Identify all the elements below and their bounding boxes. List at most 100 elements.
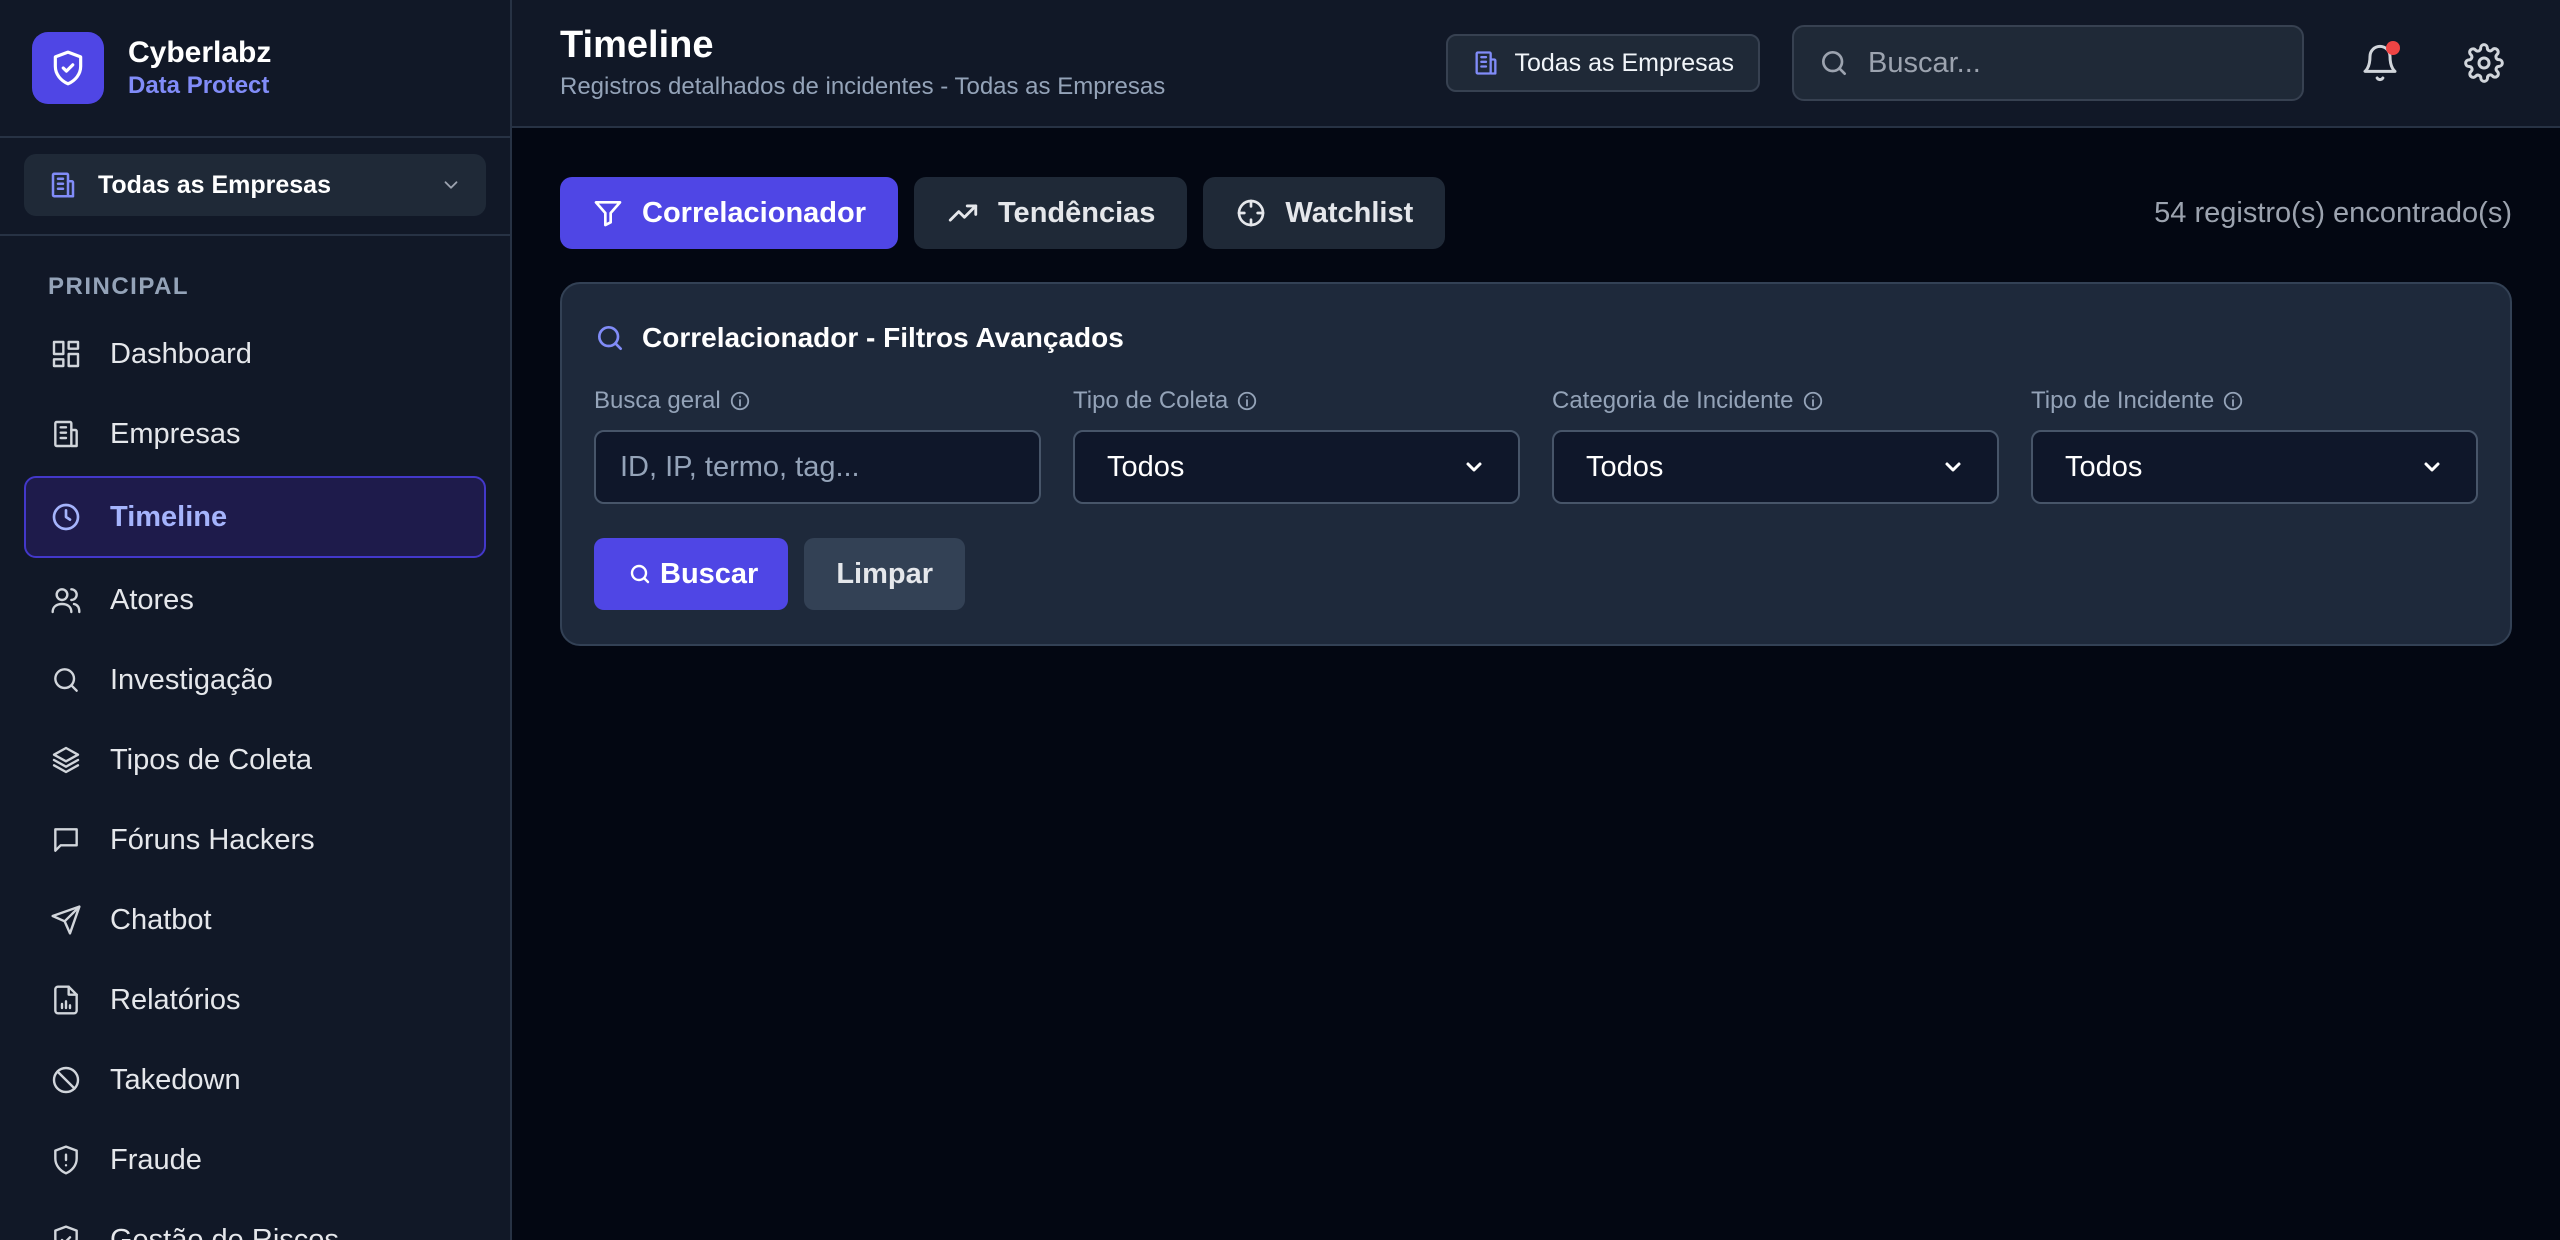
layers-icon bbox=[52, 746, 80, 774]
sidebar-item-fraude[interactable]: Fraude bbox=[24, 1120, 486, 1200]
tipo-incidente-select[interactable]: Todos bbox=[2031, 430, 2478, 504]
tab-label: Correlacionador bbox=[642, 196, 866, 229]
sidebar-item-label: Fóruns Hackers bbox=[110, 823, 315, 856]
info-icon[interactable] bbox=[1802, 390, 1824, 412]
brand-subtitle: Data Protect bbox=[128, 72, 270, 99]
top-bar: Timeline Registros detalhados de inciden… bbox=[512, 0, 2560, 128]
sidebar-item-label: Investigação bbox=[110, 663, 273, 696]
field-categoria-incidente: Categoria de Incidente Todos bbox=[1552, 386, 1999, 504]
chevron-down-icon bbox=[1466, 462, 1482, 472]
notification-dot bbox=[2386, 41, 2400, 55]
sidebar-item-label: Dashboard bbox=[110, 337, 252, 370]
sidebar-item-foruns-hackers[interactable]: Fóruns Hackers bbox=[24, 800, 486, 880]
tipo-coleta-select[interactable]: Todos bbox=[1073, 430, 1520, 504]
sidebar-item-timeline[interactable]: Timeline bbox=[24, 476, 486, 558]
clear-button-label: Limpar bbox=[836, 557, 934, 590]
crosshair-icon bbox=[1238, 199, 1265, 227]
search-icon bbox=[598, 326, 622, 350]
categoria-incidente-select[interactable]: Todos bbox=[1552, 430, 1999, 504]
field-label: Tipo de Incidente bbox=[2031, 387, 2215, 414]
tab-watchlist[interactable]: Watchlist bbox=[1203, 177, 1446, 249]
sidebar-item-tipos-de-coleta[interactable]: Tipos de Coleta bbox=[24, 720, 486, 800]
sidebar-item-label: Relatórios bbox=[110, 983, 241, 1016]
brand-name: Cyberlabz bbox=[128, 36, 272, 69]
sidebar-item-label: Gestão de Riscos bbox=[110, 1223, 339, 1240]
record-count: 54 registro(s) encontrado(s) bbox=[2154, 196, 2512, 229]
sidebar-item-gestao-de-riscos[interactable]: Gestão de Riscos bbox=[24, 1200, 486, 1240]
sidebar-item-empresas[interactable]: Empresas bbox=[24, 394, 486, 474]
sidebar-item-dashboard[interactable]: Dashboard bbox=[24, 314, 486, 394]
tab-label: Tendências bbox=[998, 196, 1156, 229]
info-icon[interactable] bbox=[2222, 390, 2244, 412]
shield-alert-icon bbox=[54, 1145, 78, 1175]
gear-icon bbox=[2464, 43, 2504, 83]
filters-panel: Correlacionador - Filtros Avançados Busc… bbox=[560, 282, 2512, 646]
search-button[interactable]: Buscar bbox=[594, 538, 789, 610]
page-title: Timeline bbox=[560, 24, 714, 66]
notifications-button[interactable] bbox=[2352, 35, 2408, 91]
sidebar-item-label: Timeline bbox=[110, 500, 228, 533]
users-icon bbox=[51, 588, 81, 614]
search-button-label: Buscar bbox=[660, 557, 759, 590]
filter-icon bbox=[594, 201, 622, 227]
select-value: Todos bbox=[2065, 450, 2143, 483]
field-busca-geral: Busca geral bbox=[594, 386, 1041, 504]
filter-actions: Buscar Limpar bbox=[594, 538, 2478, 610]
report-icon bbox=[54, 985, 78, 1015]
company-selector[interactable]: Todas as Empresas bbox=[24, 154, 486, 216]
nav-section-title: PRINCIPAL bbox=[48, 273, 190, 300]
shield-check-icon bbox=[54, 1225, 78, 1240]
field-tipo-incidente: Tipo de Incidente Todos bbox=[2031, 386, 2478, 504]
clear-button[interactable]: Limpar bbox=[804, 538, 966, 610]
field-label: Tipo de Coleta bbox=[1073, 387, 1229, 414]
send-icon bbox=[51, 905, 81, 935]
company-badge-label: Todas as Empresas bbox=[1514, 48, 1734, 77]
select-value: Todos bbox=[1107, 450, 1185, 483]
sidebar-item-label: Takedown bbox=[110, 1063, 241, 1096]
tab-correlacionador[interactable]: Correlacionador bbox=[560, 177, 898, 249]
panel-title: Correlacionador - Filtros Avançados bbox=[642, 322, 1124, 353]
tab-tendencias[interactable]: Tendências bbox=[914, 177, 1188, 249]
chevron-down-icon bbox=[1945, 462, 1961, 472]
page-subtitle: Registros detalhados de incidentes - Tod… bbox=[560, 73, 1166, 100]
company-badge[interactable]: Todas as Empresas bbox=[1446, 34, 1760, 92]
chevron-down-icon bbox=[2424, 462, 2440, 472]
building-icon bbox=[51, 172, 75, 198]
sidebar-item-label: Fraude bbox=[110, 1143, 202, 1176]
field-label: Categoria de Incidente bbox=[1552, 387, 1794, 414]
brand: Cyberlabz Data Protect bbox=[0, 0, 510, 138]
building-icon bbox=[1475, 51, 1497, 75]
global-search bbox=[1792, 25, 2304, 101]
sidebar-item-label: Atores bbox=[110, 583, 194, 616]
shield-logo-icon bbox=[32, 32, 104, 104]
filters-row: Busca geral Tipo de Coleta Todos bbox=[594, 386, 2478, 504]
sidebar-item-chatbot[interactable]: Chatbot bbox=[24, 880, 486, 960]
field-tipo-coleta: Tipo de Coleta Todos bbox=[1073, 386, 1520, 504]
sidebar-nav: PRINCIPAL Dashboard Empresas Timeline At… bbox=[0, 236, 510, 1240]
clock-icon bbox=[52, 503, 80, 531]
settings-button[interactable] bbox=[2456, 35, 2512, 91]
trending-up-icon bbox=[948, 204, 978, 222]
search-icon bbox=[630, 564, 650, 584]
building-icon bbox=[54, 420, 78, 448]
field-label: Busca geral bbox=[594, 387, 721, 414]
sidebar-item-atores[interactable]: Atores bbox=[24, 560, 486, 640]
tabs-row: Correlacionador Tendências Watchlist 54 … bbox=[560, 176, 2512, 250]
chevron-down-icon bbox=[444, 181, 458, 189]
global-search-input[interactable] bbox=[1868, 46, 2268, 80]
ban-icon bbox=[52, 1066, 80, 1094]
content: Correlacionador Tendências Watchlist 54 … bbox=[512, 128, 2560, 646]
company-selector-label: Todas as Empresas bbox=[98, 170, 331, 199]
sidebar-item-investigacao[interactable]: Investigação bbox=[24, 640, 486, 720]
search-icon bbox=[54, 668, 78, 692]
sidebar: Cyberlabz Data Protect Todas as Empresas… bbox=[0, 0, 512, 1240]
search-icon bbox=[1822, 51, 1846, 75]
sidebar-item-label: Chatbot bbox=[110, 903, 212, 936]
sidebar-item-relatorios[interactable]: Relatórios bbox=[24, 960, 486, 1040]
info-icon[interactable] bbox=[1236, 390, 1258, 412]
info-icon[interactable] bbox=[729, 390, 751, 412]
dashboard-icon bbox=[52, 340, 80, 368]
sidebar-item-takedown[interactable]: Takedown bbox=[24, 1040, 486, 1120]
busca-geral-input[interactable] bbox=[594, 430, 1041, 504]
sidebar-item-label: Empresas bbox=[110, 417, 241, 450]
